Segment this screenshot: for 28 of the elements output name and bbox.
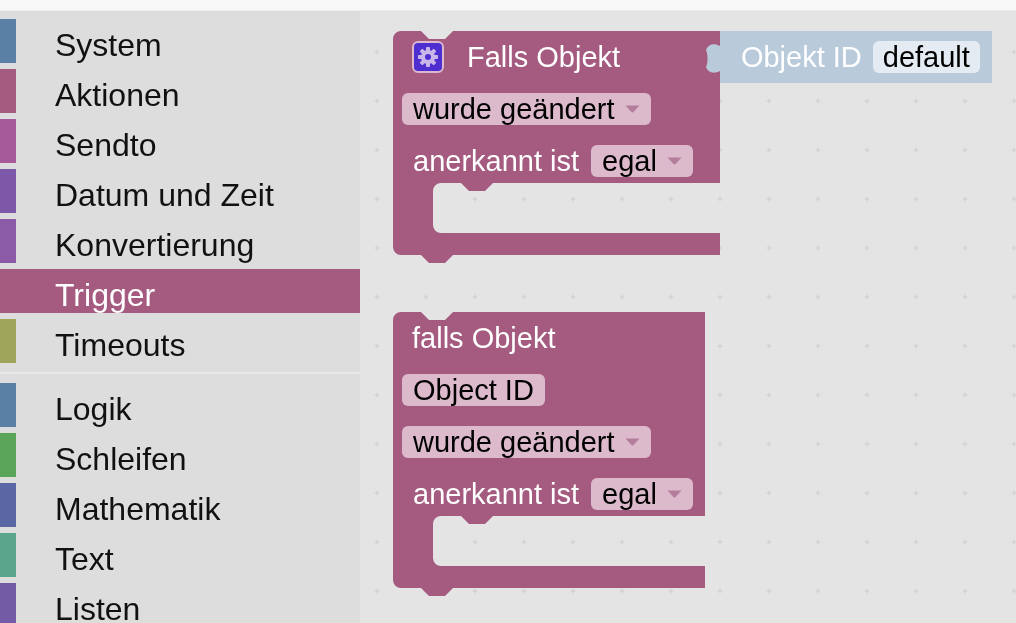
block-label: anerkannt ist xyxy=(413,144,580,178)
dropdown[interactable]: wurde geändert xyxy=(402,426,651,458)
block-label: Objekt ID xyxy=(740,40,862,74)
caret-icon xyxy=(666,157,682,165)
category-item[interactable]: System xyxy=(0,19,360,63)
category-item[interactable]: Sendto xyxy=(0,119,360,163)
category-item[interactable]: Text xyxy=(0,533,360,577)
category-item[interactable]: Logik xyxy=(0,383,360,427)
category-item[interactable]: Schleifen xyxy=(0,433,360,477)
caret-icon xyxy=(624,438,640,446)
block-title: Falls Objekt xyxy=(467,40,621,74)
caret-icon xyxy=(666,490,682,498)
category-item[interactable]: Konvertierung xyxy=(0,219,360,263)
dropdown[interactable]: wurde geändert xyxy=(402,93,651,125)
text-input-field[interactable]: Object ID xyxy=(402,374,545,406)
block-title: falls Objekt xyxy=(412,321,556,355)
dropdown[interactable]: egal xyxy=(591,145,693,177)
category-item[interactable]: Timeouts xyxy=(0,319,360,363)
category-item[interactable]: Listen xyxy=(0,583,360,623)
category-item[interactable]: Aktionen xyxy=(0,69,360,113)
dropdown[interactable]: egal xyxy=(591,478,693,510)
text-input-field[interactable]: default xyxy=(872,41,980,73)
caret-icon xyxy=(624,105,640,113)
category-item[interactable]: Trigger xyxy=(0,269,360,313)
block-label: anerkannt ist xyxy=(413,477,580,511)
category-item[interactable]: Datum und Zeit xyxy=(0,169,360,213)
gear-icon[interactable] xyxy=(412,41,444,73)
category-item[interactable]: Mathematik xyxy=(0,483,360,527)
